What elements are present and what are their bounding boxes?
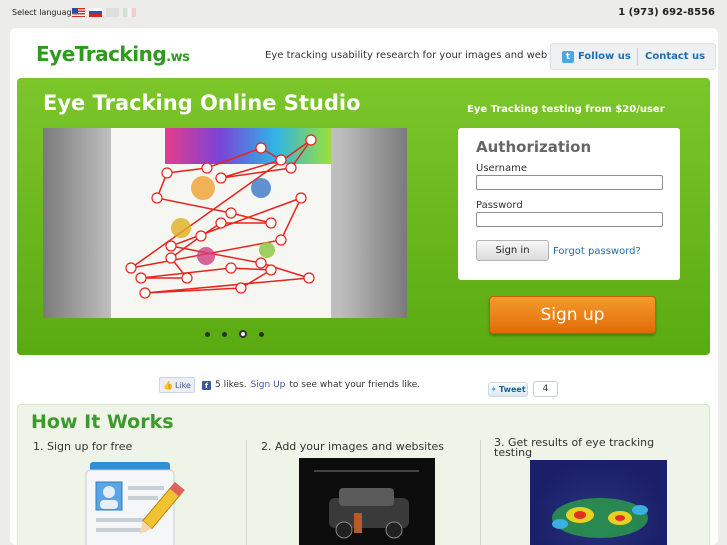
tagline: Eye tracking usability research for your…: [265, 50, 548, 61]
slide-dot-1[interactable]: [205, 331, 210, 337]
pricing-promo: Eye Tracking testing from $20/user: [467, 104, 665, 115]
facebook-sign-up-link[interactable]: Sign Up: [251, 380, 286, 390]
facebook-like-button[interactable]: 👍 Like: [159, 377, 195, 393]
slide-dot-2[interactable]: [222, 331, 227, 337]
contact-us-link[interactable]: Contact us: [638, 51, 705, 62]
flag-us-icon[interactable]: [72, 8, 85, 17]
username-label: Username: [476, 163, 527, 174]
facebook-likes-text: f 5 likes. Sign Up to see what your frie…: [202, 380, 420, 390]
forgot-password-link[interactable]: Forgot password?: [553, 246, 641, 257]
step-2-title: 2. Add your images and websites: [261, 440, 445, 453]
password-label: Password: [476, 200, 523, 211]
authorization-form: Authorization Username Password Sign in …: [458, 128, 680, 280]
sign-in-button[interactable]: Sign in: [476, 240, 549, 261]
website-image-thumbnail: [299, 458, 435, 545]
username-input[interactable]: [476, 175, 663, 190]
auth-title: Authorization: [476, 138, 592, 156]
flag-uk-icon[interactable]: [106, 8, 119, 17]
likes-suffix: to see what your friends like.: [289, 380, 421, 390]
sign-up-button[interactable]: Sign up: [489, 296, 656, 334]
language-flags: [72, 8, 136, 17]
heatmap-slider[interactable]: [43, 128, 407, 318]
heatmap-result-thumbnail: [530, 460, 667, 545]
step-divider-1: [246, 440, 247, 545]
slide-dot-4[interactable]: [259, 331, 264, 337]
tweet-count: 4: [533, 381, 558, 397]
site-logo[interactable]: EyeTracking.ws: [36, 42, 190, 66]
select-language-label: Select language: [12, 8, 77, 17]
tweet-button[interactable]: ✦ Tweet: [488, 382, 528, 397]
how-it-works-title: How It Works: [31, 411, 174, 433]
logo-main: EyeTracking: [36, 42, 167, 66]
step-3-title: 3. Get results of eye tracking testing: [494, 436, 655, 459]
facebook-icon: f: [202, 380, 211, 390]
sign-up-form-illustration: [76, 460, 186, 545]
password-input[interactable]: [476, 212, 663, 227]
slider-pagination: [205, 330, 264, 338]
likes-count: 5 likes.: [215, 380, 247, 390]
step-1-title: 1. Sign up for free: [33, 440, 133, 453]
hero-title: Eye Tracking Online Studio: [43, 91, 361, 115]
gaze-path-overlay: [125, 134, 317, 299]
phone-number: 1 (973) 692-8556: [618, 7, 715, 18]
thumbs-up-icon: 👍: [163, 380, 173, 390]
follow-us-link[interactable]: t Follow us: [551, 48, 638, 65]
follow-us-text[interactable]: Follow us: [578, 51, 631, 62]
logo-suffix: .ws: [166, 50, 190, 65]
tweet-label: Tweet: [499, 385, 526, 394]
twitter-icon: t: [562, 50, 574, 63]
twitter-bird-icon: ✦: [490, 385, 498, 394]
like-label: Like: [175, 380, 191, 390]
step-divider-2: [480, 440, 481, 545]
slide-dot-3-active[interactable]: [239, 330, 247, 338]
social-links: t Follow us Contact us: [550, 43, 716, 70]
top-bar: Select language 1 (973) 692-8556: [0, 0, 727, 26]
flag-ru-icon[interactable]: [89, 8, 102, 17]
flag-it-icon[interactable]: [123, 8, 136, 17]
gaze-plot-screenshot: [111, 128, 331, 318]
